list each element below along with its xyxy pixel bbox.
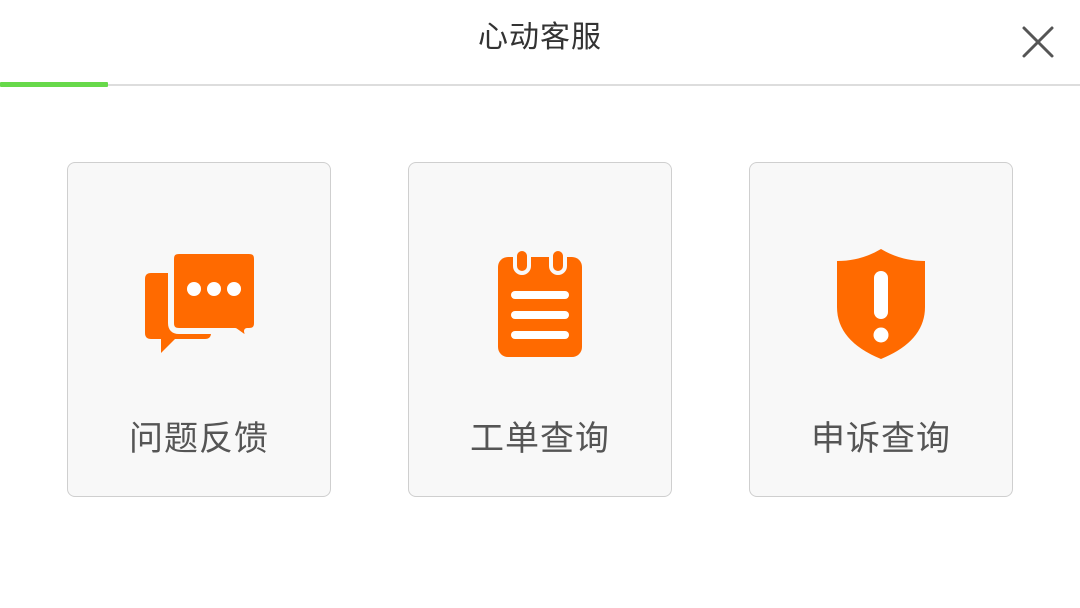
- shield-alert-icon: [837, 249, 925, 359]
- feedback-label: 问题反馈: [129, 419, 269, 459]
- feedback-card[interactable]: 问题反馈: [67, 162, 331, 497]
- loading-progress-bar: [0, 82, 108, 87]
- appeal-query-label: 申诉查询: [811, 419, 951, 459]
- close-button[interactable]: [1012, 16, 1064, 68]
- ticket-query-card[interactable]: 工单查询: [408, 162, 672, 497]
- ticket-query-label: 工单查询: [470, 419, 610, 459]
- header-divider: [0, 84, 1080, 86]
- close-icon: [1022, 26, 1054, 58]
- appeal-query-card[interactable]: 申诉查询: [749, 162, 1013, 497]
- page-title: 心动客服: [478, 20, 602, 55]
- notepad-icon: [498, 247, 582, 357]
- chat-bubbles-icon: [145, 248, 259, 353]
- header-bar: 心动客服: [0, 0, 1080, 84]
